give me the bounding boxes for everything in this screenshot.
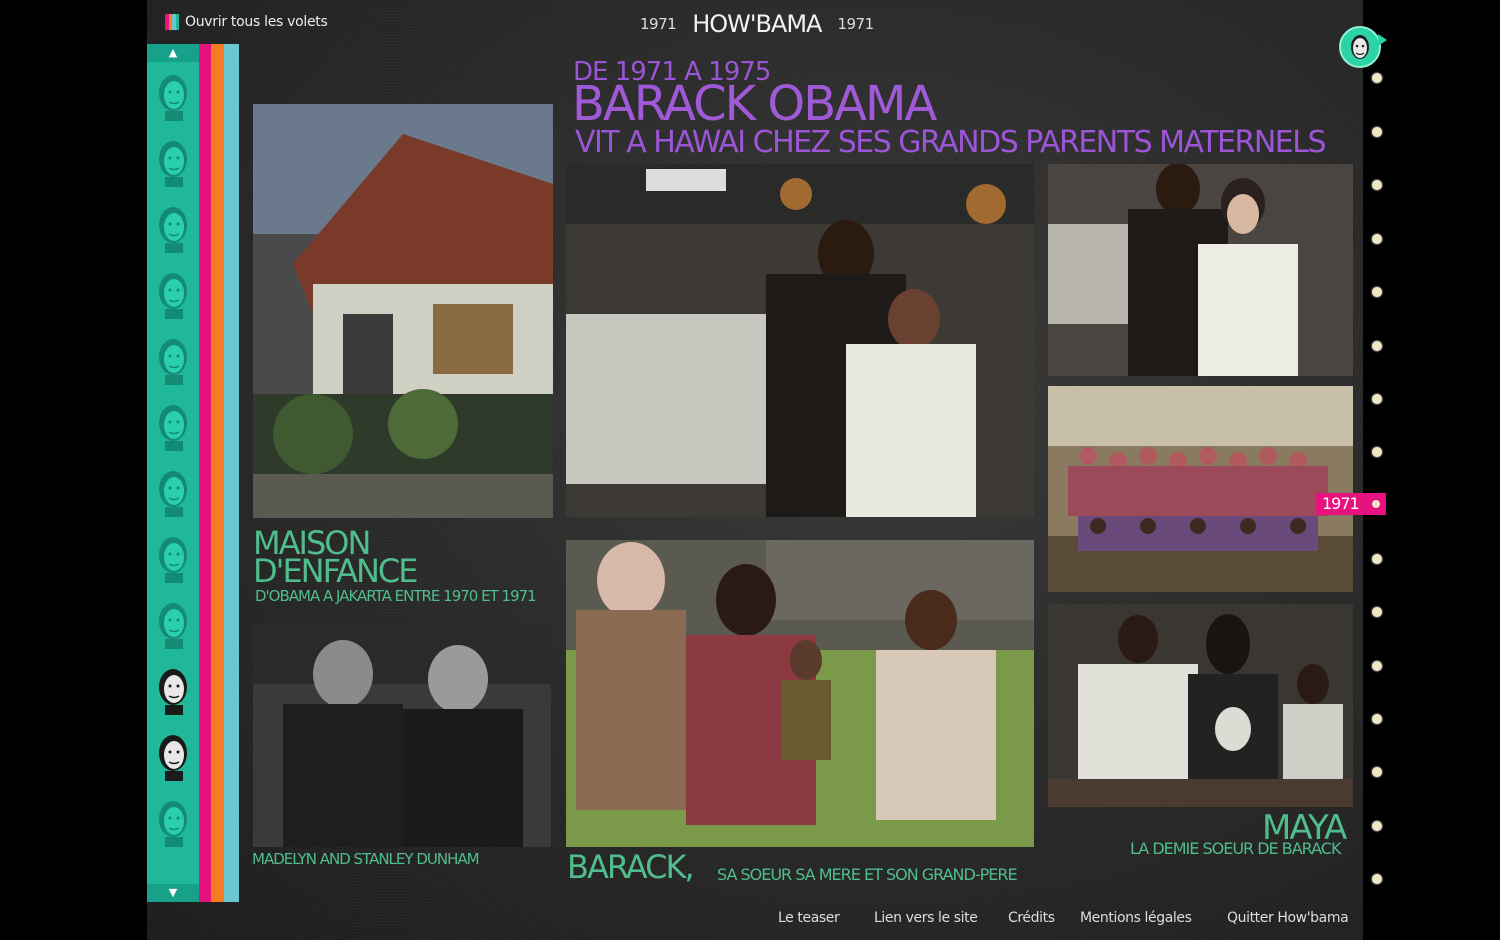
portrait-icon bbox=[159, 471, 187, 517]
header-year-left: 1971 bbox=[640, 15, 677, 33]
obama-face-icon bbox=[1351, 35, 1369, 59]
sidebar-portrait-5[interactable] bbox=[147, 328, 199, 394]
pink-stripe bbox=[199, 44, 211, 902]
open-all-panels-button[interactable]: Ouvrir tous les volets bbox=[165, 14, 328, 30]
sidebar-portraits: ▲ ▼ bbox=[147, 44, 199, 902]
portrait-icon bbox=[159, 735, 187, 781]
timeline-dot[interactable] bbox=[1372, 180, 1382, 190]
credits-link[interactable]: Crédits bbox=[1008, 910, 1055, 926]
photo-parents[interactable] bbox=[1048, 164, 1353, 376]
site-link[interactable]: Lien vers le site bbox=[874, 910, 978, 926]
stripes-icon bbox=[165, 14, 179, 30]
photo-airport-father[interactable] bbox=[566, 164, 1034, 517]
teaser-link[interactable]: Le teaser bbox=[778, 910, 840, 926]
timeline-dot[interactable] bbox=[1372, 607, 1382, 617]
portrait-icon bbox=[159, 537, 187, 583]
footer-nav: Le teaser Lien vers le site Crédits Ment… bbox=[147, 902, 1363, 940]
family-caption-subtitle: SA SOEUR SA MERE ET SON GRAND-PERE bbox=[717, 865, 1018, 884]
sidebar-portrait-6[interactable] bbox=[147, 394, 199, 460]
photo-grandparents[interactable] bbox=[253, 624, 551, 847]
legal-link[interactable]: Mentions légales bbox=[1080, 910, 1192, 926]
grandparents-caption: MADELYN AND STANLEY DUNHAM bbox=[252, 850, 480, 868]
current-year-label: 1971 bbox=[1322, 494, 1360, 513]
brand-header: 1971 HOW'BAMA 1971 bbox=[640, 10, 874, 38]
timeline-dot[interactable] bbox=[1372, 714, 1382, 724]
timeline-dot[interactable] bbox=[1372, 394, 1382, 404]
timeline-dot[interactable] bbox=[1372, 341, 1382, 351]
timeline-dot[interactable] bbox=[1372, 73, 1382, 83]
scroll-up-button[interactable]: ▲ bbox=[147, 44, 199, 62]
sidebar-portrait-8[interactable] bbox=[147, 526, 199, 592]
timeline-dot[interactable] bbox=[1372, 661, 1382, 671]
arrow-up-icon: ▲ bbox=[168, 46, 178, 59]
portrait-icon bbox=[159, 669, 187, 715]
photo-school-class[interactable] bbox=[1048, 386, 1353, 592]
portrait-icon bbox=[159, 339, 187, 385]
sidebar-portrait-11[interactable] bbox=[147, 724, 199, 790]
timeline-dot[interactable] bbox=[1372, 767, 1382, 777]
photo-childhood-house[interactable] bbox=[253, 104, 553, 518]
timeline-dot[interactable] bbox=[1372, 127, 1382, 137]
timeline-dot[interactable] bbox=[1372, 234, 1382, 244]
name-heading: BARACK OBAMA bbox=[572, 76, 937, 132]
timeline-dot[interactable] bbox=[1372, 447, 1382, 457]
sidebar-portrait-10[interactable] bbox=[147, 658, 199, 724]
sidebar-portrait-7[interactable] bbox=[147, 460, 199, 526]
header-year-right: 1971 bbox=[837, 15, 874, 33]
open-all-label: Ouvrir tous les volets bbox=[185, 14, 328, 30]
timeline-dot[interactable] bbox=[1372, 874, 1382, 884]
maya-caption-subtitle: LA DEMIE SOEUR DE BARACK bbox=[1130, 839, 1341, 858]
house-caption-title-2: D'ENFANCE bbox=[253, 552, 418, 590]
timeline-dot[interactable] bbox=[1372, 287, 1382, 297]
current-year-marker[interactable]: 1971 bbox=[1316, 493, 1386, 515]
portrait-icon bbox=[159, 603, 187, 649]
portrait-icon bbox=[159, 207, 187, 253]
house-caption-subtitle: D'OBAMA A JAKARTA ENTRE 1970 ET 1971 bbox=[255, 587, 537, 605]
portrait-icon bbox=[159, 141, 187, 187]
sidebar-portrait-9[interactable] bbox=[147, 592, 199, 658]
portrait-list bbox=[147, 64, 199, 856]
photo-maya[interactable] bbox=[1048, 604, 1353, 807]
arrow-down-icon: ▼ bbox=[168, 886, 178, 899]
orange-stripe bbox=[211, 44, 224, 902]
portrait-icon bbox=[159, 405, 187, 451]
portrait-icon bbox=[159, 75, 187, 121]
timeline-dot[interactable] bbox=[1372, 554, 1382, 564]
photo-family-lawn[interactable] bbox=[566, 540, 1034, 847]
sidebar-portrait-1[interactable] bbox=[147, 64, 199, 130]
quit-link[interactable]: Quitter How'bama bbox=[1227, 910, 1349, 926]
subtitle-heading: VIT A HAWAI CHEZ SES GRANDS PARENTS MATE… bbox=[575, 125, 1327, 160]
portrait-icon bbox=[159, 273, 187, 319]
scroll-down-button[interactable]: ▼ bbox=[147, 884, 199, 902]
sidebar-portrait-12[interactable] bbox=[147, 790, 199, 856]
timeline-dot[interactable] bbox=[1372, 821, 1382, 831]
sidebar-portrait-3[interactable] bbox=[147, 196, 199, 262]
sidebar-portrait-2[interactable] bbox=[147, 130, 199, 196]
site-logo[interactable]: HOW'BAMA bbox=[692, 10, 822, 38]
portrait-icon bbox=[159, 801, 187, 847]
obama-avatar-button[interactable] bbox=[1339, 26, 1387, 68]
family-caption-title: BARACK, bbox=[567, 848, 695, 886]
cyan-stripe bbox=[224, 44, 239, 902]
sidebar-portrait-4[interactable] bbox=[147, 262, 199, 328]
